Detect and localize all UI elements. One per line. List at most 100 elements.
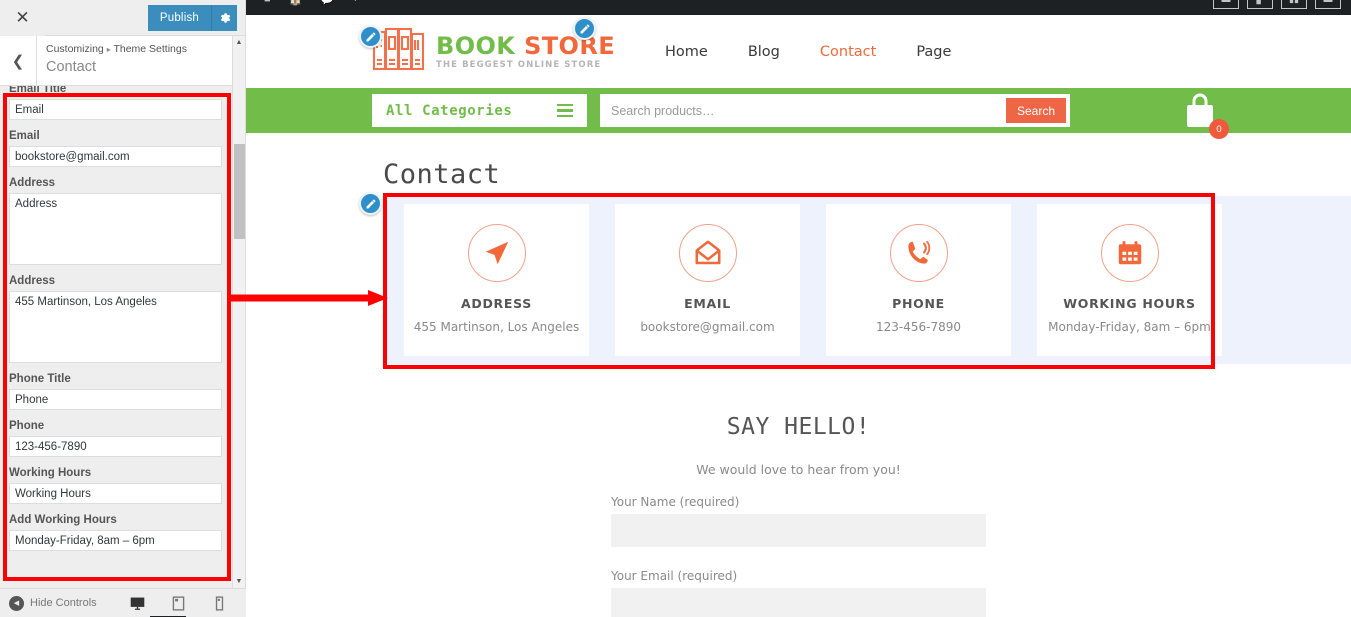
search-button[interactable]: Search: [1005, 98, 1066, 123]
customizer-scrollbar[interactable]: ▲ ▼: [232, 36, 245, 588]
field-input-add-working-hours[interactable]: [9, 530, 222, 551]
cart-button[interactable]: 0: [1179, 92, 1229, 139]
customizer-titles: Customizing ▸ Theme Settings Contact: [37, 36, 245, 85]
search-form[interactable]: Search products… Search: [600, 94, 1070, 127]
contact-card-title: WORKING HOURS: [1063, 296, 1196, 311]
edit-shortcut-cards-pencil-icon[interactable]: [359, 192, 382, 215]
field-label-add-working-hours: Add Working Hours: [9, 514, 117, 526]
customizer-footer: ◀ Hide Controls: [0, 588, 246, 617]
edit-shortcut-nav-pencil-icon[interactable]: [573, 17, 596, 40]
field-textarea-address-title[interactable]: [9, 193, 222, 265]
contact-card-title: PHONE: [892, 296, 945, 311]
collapse-icon: ◀: [9, 595, 24, 611]
new-content-icon[interactable]: +: [352, 0, 358, 5]
chevron-left-icon[interactable]: ❮: [0, 36, 37, 85]
customizer-sidebar: ✕ Publish ❮ Customizing ▸ Theme Settings…: [0, 0, 246, 617]
nav-item-page[interactable]: Page: [916, 44, 951, 60]
contact-card-address[interactable]: ADDRESS 455 Martinson, Los Angeles: [404, 204, 589, 356]
your-email-label: Your Email (required): [611, 568, 738, 583]
field-label-address: Address: [9, 275, 56, 287]
device-preview-switcher: [129, 595, 228, 612]
field-input-email-title[interactable]: [9, 99, 222, 120]
field-input-phone-title[interactable]: [9, 389, 222, 410]
nav-item-contact[interactable]: Contact: [820, 44, 876, 60]
field-label-address-title: Address: [9, 177, 56, 189]
contact-cards-band: ADDRESS 455 Martinson, Los Angeles EMAIL…: [385, 196, 1351, 364]
wp-admin-bar[interactable]: ■ 🏠 💬 + ▬ ▋ ▮▮ ▬: [246, 0, 1351, 15]
contact-card-phone[interactable]: PHONE 123-456-7890: [826, 204, 1011, 356]
adminbar-box-1-icon[interactable]: ▬: [1213, 0, 1239, 9]
scroll-up-icon[interactable]: ▲: [233, 36, 245, 49]
customizer-topbar: ✕ Publish: [0, 0, 245, 36]
envelope-icon: [678, 224, 737, 282]
wp-logo-icon[interactable]: ■: [264, 0, 271, 5]
adminbar-box-2-icon[interactable]: ▋: [1247, 0, 1273, 9]
contact-card-value: bookstore@gmail.com: [640, 320, 775, 334]
field-label-phone: Phone: [9, 420, 45, 432]
nav-item-blog[interactable]: Blog: [748, 44, 780, 60]
all-categories-label: All Categories: [386, 102, 513, 119]
field-label-email-title: Email Title: [9, 86, 67, 95]
brand-tagline: THE BEGGEST ONLINE STORE: [436, 60, 602, 70]
contact-card-email[interactable]: EMAIL bookstore@gmail.com: [615, 204, 800, 356]
your-name-label: Your Name (required): [611, 494, 740, 509]
customizer-panel-title: Contact: [46, 59, 96, 75]
hide-controls-button[interactable]: ◀ Hide Controls: [0, 595, 97, 611]
edit-shortcut-logo-pencil-icon[interactable]: [359, 25, 382, 48]
publish-button[interactable]: Publish: [147, 4, 211, 31]
contact-card-title: EMAIL: [684, 296, 731, 311]
scrollbar-thumb[interactable]: [234, 144, 245, 239]
main-navigation: Home Blog Contact Page: [665, 44, 951, 60]
field-input-working-hours-title[interactable]: [9, 483, 222, 504]
publish-group: Publish: [147, 4, 237, 31]
breadcrumb: Customizing ▸ Theme Settings: [46, 42, 245, 57]
brand-part-1: BOOK: [436, 32, 516, 60]
field-input-email[interactable]: [9, 146, 222, 167]
field-label-phone-title: Phone Title: [9, 373, 71, 385]
contact-form-heading: SAY HELLO!: [726, 413, 871, 440]
site-name-icon[interactable]: 🏠: [289, 0, 303, 6]
your-name-input[interactable]: [611, 513, 986, 547]
admin-bar-left-items: ■ 🏠 💬 +: [246, 0, 1351, 15]
scroll-down-icon[interactable]: ▼: [233, 575, 245, 588]
device-tablet-icon[interactable]: [170, 595, 187, 612]
comments-icon[interactable]: 💬: [320, 0, 334, 6]
phone-icon: [889, 224, 948, 282]
breadcrumb-separator-icon: ▸: [106, 45, 111, 54]
cart-count-badge: 0: [1209, 119, 1229, 139]
product-search-bar: All Categories Search products… Search 0: [246, 88, 1351, 139]
close-icon[interactable]: ✕: [0, 0, 45, 36]
search-input[interactable]: Search products…: [611, 104, 715, 118]
contact-card-value: 455 Martinson, Los Angeles: [413, 320, 580, 334]
hide-controls-label: Hide Controls: [30, 597, 97, 609]
theme-settings-fields: Email Title Email Address Address Phone …: [0, 86, 245, 551]
paper-plane-icon: [467, 224, 526, 282]
contact-card-title: ADDRESS: [461, 296, 532, 311]
field-textarea-address[interactable]: [9, 291, 222, 363]
contact-card-value: 123-456-7890: [875, 320, 961, 334]
field-input-phone[interactable]: [9, 436, 222, 457]
field-label-working-hours-title: Working Hours: [9, 467, 92, 479]
device-mobile-icon[interactable]: [211, 595, 228, 612]
contact-card-value: Monday-Friday, 8am – 6pm: [1048, 320, 1211, 334]
breadcrumb-section: Theme Settings: [113, 43, 187, 55]
site-header: BOOK STORE THE BEGGEST ONLINE STORE Home…: [246, 15, 1351, 88]
adminbar-box-3-icon[interactable]: ▮▮: [1281, 0, 1307, 9]
screenshot-root: ■ 🏠 💬 + ▬ ▋ ▮▮ ▬: [0, 0, 1351, 617]
contact-form: Your Name (required) Your Email (require…: [611, 495, 986, 617]
field-label-email: Email: [9, 130, 40, 142]
device-desktop-icon[interactable]: [129, 595, 146, 612]
customizer-preview-pane: ■ 🏠 💬 + ▬ ▋ ▮▮ ▬: [246, 0, 1351, 617]
contact-form-subheading: We would love to hear from you!: [696, 461, 901, 477]
contact-card-working-hours[interactable]: WORKING HOURS Monday-Friday, 8am – 6pm: [1037, 204, 1222, 356]
your-email-input[interactable]: [611, 587, 986, 617]
admin-bar-right-items: ▬ ▋ ▮▮ ▬: [1213, 0, 1341, 15]
nav-item-home[interactable]: Home: [665, 44, 708, 60]
all-categories-dropdown[interactable]: All Categories: [372, 94, 587, 127]
customizer-controls-scroll[interactable]: Email Title Email Address Address Phone …: [0, 86, 245, 588]
page-title: Contact: [383, 159, 501, 190]
gear-icon[interactable]: [211, 4, 237, 31]
adminbar-box-4-icon[interactable]: ▬: [1315, 0, 1341, 9]
brand-part-2: STORE: [524, 32, 615, 60]
hamburger-icon: [557, 103, 573, 118]
